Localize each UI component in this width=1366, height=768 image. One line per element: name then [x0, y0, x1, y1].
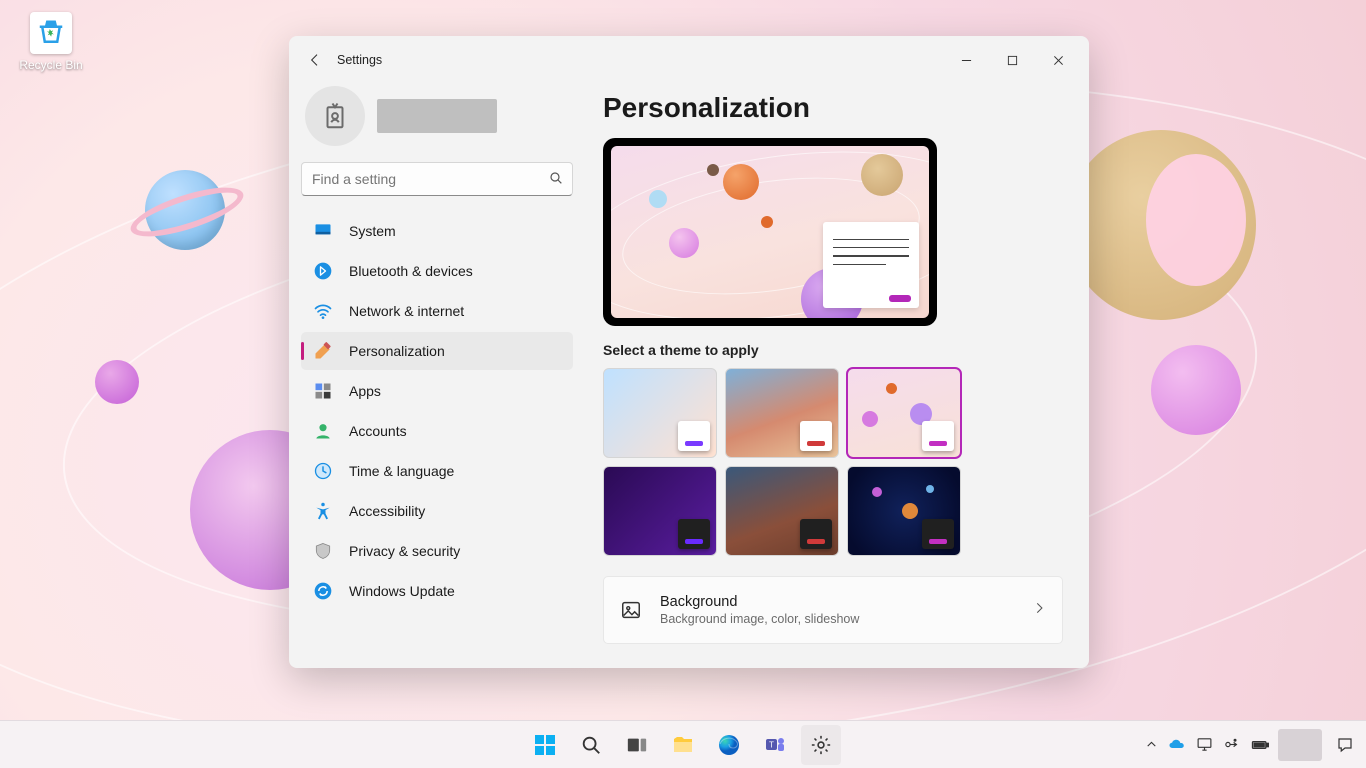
onedrive-icon[interactable] [1168, 736, 1186, 754]
taskbar-taskview-button[interactable] [617, 725, 657, 765]
taskbar-start-button[interactable] [525, 725, 565, 765]
desktop-icon-label: Recycle Bin [12, 58, 90, 72]
chevron-right-icon [1032, 601, 1046, 620]
window-minimize-button[interactable] [943, 44, 989, 76]
network-icon [313, 301, 333, 321]
preview-window-mock [823, 222, 919, 308]
privacy-icon [313, 541, 333, 561]
sidebar-item-label: Windows Update [349, 583, 455, 599]
sidebar-item-system[interactable]: System [301, 212, 573, 250]
sidebar-item-label: Accounts [349, 423, 407, 439]
theme-chip [922, 421, 954, 451]
wallpaper-pink-ball [1151, 345, 1241, 435]
accessibility-icon [313, 501, 333, 521]
sidebar-item-label: Time & language [349, 463, 454, 479]
sidebar: System Bluetooth & devices Network & inter… [289, 84, 585, 668]
theme-chip [678, 421, 710, 451]
theme-option-6[interactable] [847, 466, 961, 556]
setting-row-title: Background [660, 594, 1014, 610]
taskbar-explorer-button[interactable] [663, 725, 703, 765]
taskbar-center: T [525, 725, 841, 765]
personalization-icon [313, 341, 333, 361]
sidebar-item-label: Bluetooth & devices [349, 263, 473, 279]
taskbar-notifications-button[interactable] [1330, 736, 1360, 754]
setting-row-background[interactable]: Background Background image, color, slid… [603, 576, 1063, 644]
battery-icon[interactable] [1250, 735, 1270, 755]
profile-block[interactable] [301, 84, 573, 160]
sidebar-item-bluetooth[interactable]: Bluetooth & devices [301, 252, 573, 290]
taskbar-settings-button[interactable] [801, 725, 841, 765]
time-icon [313, 461, 333, 481]
recycle-bin-icon [30, 12, 72, 54]
theme-option-4[interactable] [603, 466, 717, 556]
accounts-icon [313, 421, 333, 441]
sidebar-item-label: Network & internet [349, 303, 464, 319]
apps-icon [313, 381, 333, 401]
profile-name-redacted [377, 99, 497, 133]
theme-option-3[interactable] [847, 368, 961, 458]
window-close-button[interactable] [1035, 44, 1081, 76]
setting-row-subtitle: Background image, color, slideshow [660, 612, 1014, 626]
theme-chip [800, 519, 832, 549]
sidebar-item-personalization[interactable]: Personalization [301, 332, 573, 370]
sidebar-item-label: Accessibility [349, 503, 425, 519]
theme-option-1[interactable] [603, 368, 717, 458]
system-tray[interactable] [1145, 735, 1270, 755]
sidebar-item-accounts[interactable]: Accounts [301, 412, 573, 450]
avatar-icon [305, 86, 365, 146]
search-box[interactable] [301, 162, 573, 196]
display-icon[interactable] [1196, 736, 1213, 753]
sidebar-item-label: Personalization [349, 343, 445, 359]
sidebar-item-accessibility[interactable]: Accessibility [301, 492, 573, 530]
taskbar-teams-button[interactable]: T [755, 725, 795, 765]
theme-preview[interactable] [603, 138, 937, 326]
taskbar-search-button[interactable] [571, 725, 611, 765]
sidebar-item-update[interactable]: Windows Update [301, 572, 573, 610]
personalization-page: Personalization [585, 84, 1089, 668]
desktop-icon-recycle-bin[interactable]: Recycle Bin [12, 12, 90, 72]
themes-label: Select a theme to apply [603, 342, 1063, 358]
theme-chip [800, 421, 832, 451]
window-titlebar[interactable]: Settings [289, 36, 1089, 84]
svg-text:T: T [769, 740, 774, 749]
update-icon [313, 581, 333, 601]
window-maximize-button[interactable] [989, 44, 1035, 76]
back-button[interactable] [297, 42, 333, 78]
system-icon [313, 221, 333, 241]
sidebar-item-label: Privacy & security [349, 543, 460, 559]
theme-option-2[interactable] [725, 368, 839, 458]
sidebar-item-time[interactable]: Time & language [301, 452, 573, 490]
app-title: Settings [337, 53, 382, 67]
wallpaper-small-ball [95, 360, 139, 404]
usb-eject-icon[interactable] [1223, 736, 1240, 753]
sidebar-item-privacy[interactable]: Privacy & security [301, 532, 573, 570]
image-icon [620, 599, 642, 621]
wallpaper-cookie [1066, 130, 1256, 320]
sidebar-item-label: Apps [349, 383, 381, 399]
taskbar-language-block[interactable] [1278, 729, 1322, 761]
chevron-up-icon[interactable] [1145, 738, 1158, 751]
page-title: Personalization [603, 92, 1063, 124]
search-input[interactable] [301, 162, 573, 196]
theme-chip [922, 519, 954, 549]
theme-grid [603, 368, 1063, 556]
search-icon [548, 170, 564, 191]
theme-chip [678, 519, 710, 549]
taskbar[interactable]: T [0, 720, 1366, 768]
theme-option-5[interactable] [725, 466, 839, 556]
settings-window: Settings SystemBluetooth & devicesNetwor [289, 36, 1089, 668]
sidebar-item-apps[interactable]: Apps [301, 372, 573, 410]
taskbar-right [1145, 729, 1366, 761]
sidebar-nav: System Bluetooth & devices Network & inter… [301, 212, 573, 610]
sidebar-item-label: System [349, 223, 396, 239]
sidebar-item-network[interactable]: Network & internet [301, 292, 573, 330]
taskbar-edge-button[interactable] [709, 725, 749, 765]
bluetooth-icon [313, 261, 333, 281]
